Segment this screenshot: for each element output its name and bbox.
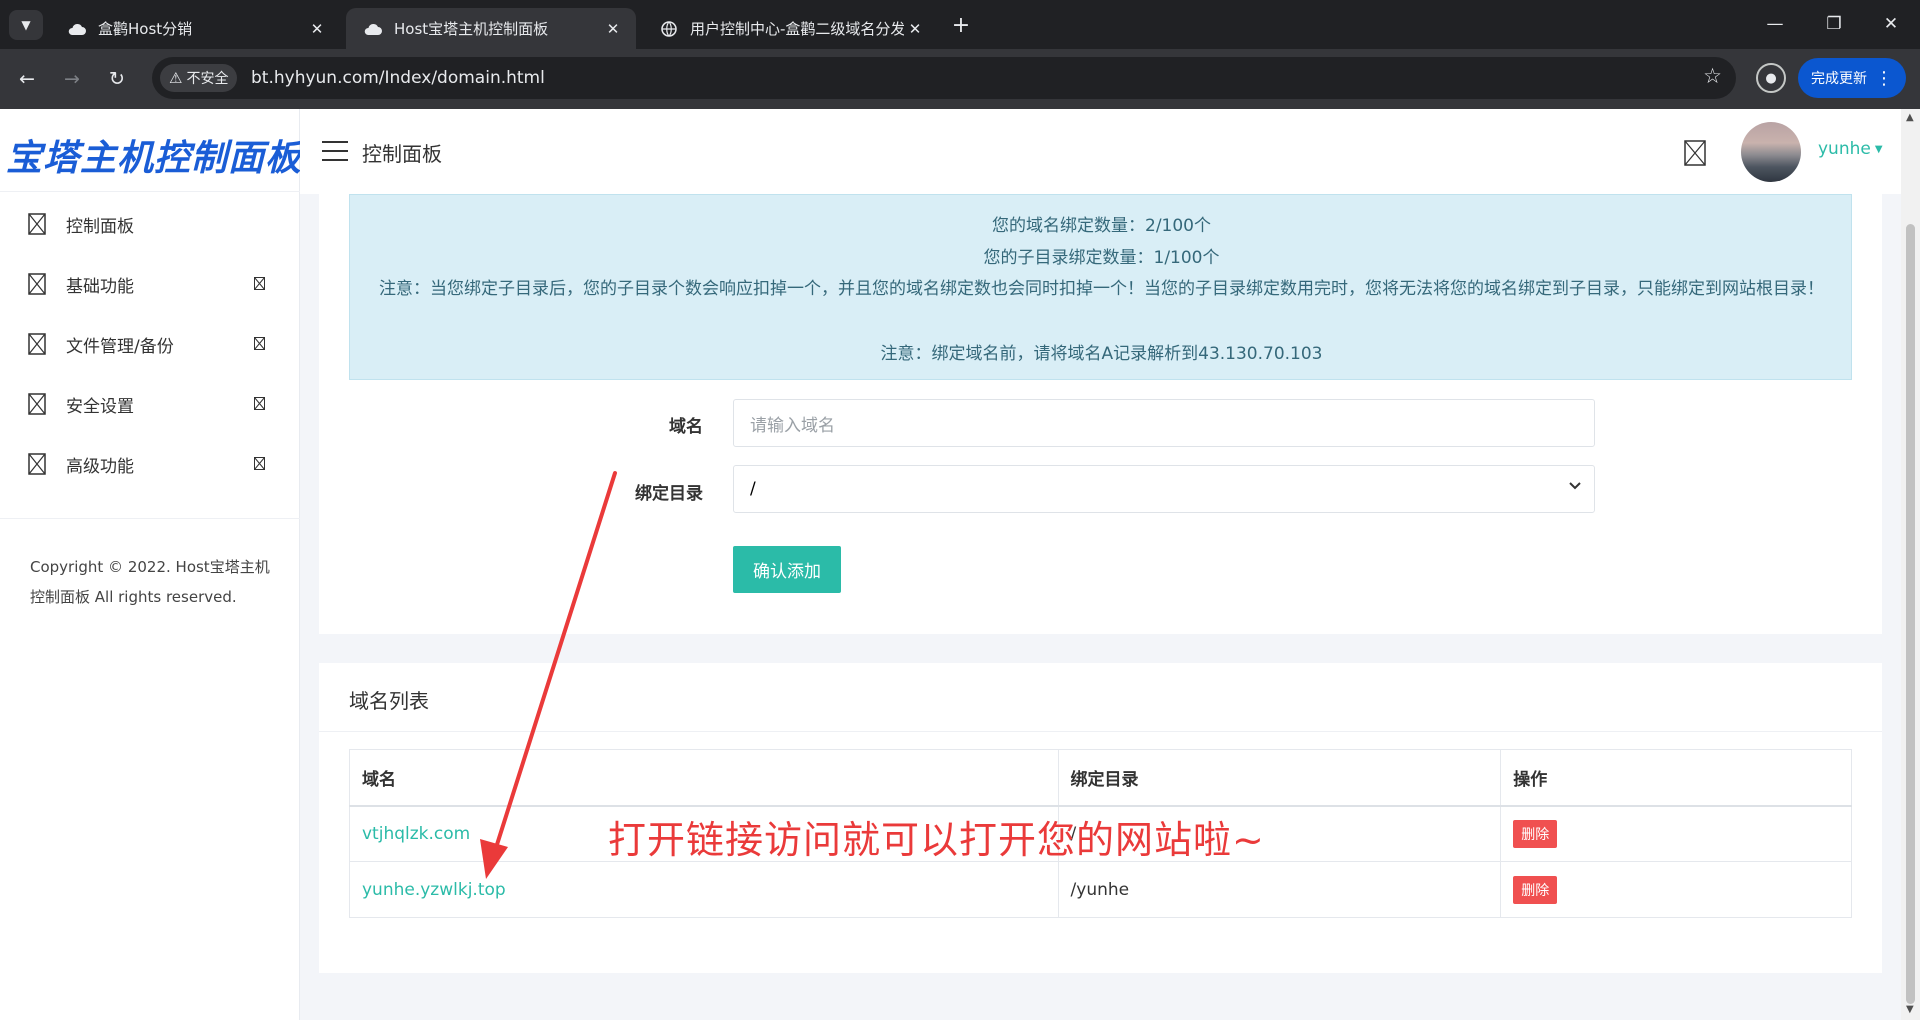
bound-directory: /yunhe — [1057, 861, 1502, 918]
expand-icon — [254, 277, 265, 290]
notice-box: 您的域名绑定数量：2/100个 您的子目录绑定数量：1/100个 注意：当您绑定… — [349, 194, 1852, 380]
sidebar-item-basic-functions[interactable]: 基础功能 — [0, 254, 300, 314]
domain-link[interactable]: yunhe.yzwlkj.top — [349, 861, 1059, 918]
subdir-notice-text: 注意：当您绑定子目录后，您的子目录个数会响应扣掉一个，并且您的域名绑定数也会同时… — [379, 279, 1824, 299]
tab-title: 用户控制中心-盒鹳二级域名分发 — [690, 20, 904, 38]
brand-logo[interactable]: 宝塔主机控制面板 — [6, 129, 302, 181]
table-row: yunhe.yzwlkj.top /yunhe 删除 — [349, 861, 1852, 918]
browser-tab-bar: ▼ 盒鹳Host分销 ✕ Host宝塔主机控制面板 ✕ 用户控制中心-盒鹳二级域… — [0, 0, 1920, 49]
copyright-text: Copyright © 2022. Host宝塔主机控制面板 All right… — [30, 558, 270, 606]
domain-placeholder: 请输入域名 — [750, 415, 835, 436]
sidebar-item-security[interactable]: 安全设置 — [0, 374, 300, 434]
directory-selected-value: / — [750, 479, 756, 499]
sidebar-item-dashboard[interactable]: 控制面板 — [0, 194, 300, 254]
close-tab-icon[interactable]: ✕ — [602, 20, 624, 38]
actions-cell: 删除 — [1500, 861, 1852, 918]
cloud-icon — [68, 20, 86, 38]
close-tab-icon[interactable]: ✕ — [904, 20, 926, 38]
delete-button[interactable]: 删除 — [1513, 819, 1558, 848]
minimize-button[interactable]: — — [1760, 11, 1790, 37]
divider — [319, 731, 1882, 732]
username: yunhe — [1818, 139, 1871, 159]
globe-icon — [660, 20, 678, 38]
sidebar-item-label: 基础功能 — [66, 276, 134, 297]
top-header: 控制面板 yunhe ▼ — [300, 109, 1901, 194]
restore-button[interactable]: ❐ — [1819, 11, 1849, 37]
domain-label: 域名 — [669, 417, 703, 437]
directory-label: 绑定目录 — [635, 484, 703, 504]
tab-hyhost-distribution[interactable]: 盒鹳Host分销 ✕ — [50, 8, 340, 49]
address-bar[interactable]: ⚠ 不安全 bt.hyhyun.com/Index/domain.html ☆ — [152, 57, 1736, 99]
profile-icon[interactable]: ● — [1756, 63, 1786, 93]
tab-user-center[interactable]: 用户控制中心-盒鹳二级域名分发 ✕ — [642, 8, 938, 49]
divider — [0, 191, 300, 192]
delete-button[interactable]: 删除 — [1513, 875, 1558, 904]
url-text[interactable]: bt.hyhyun.com/Index/domain.html — [251, 68, 545, 88]
confirm-add-button[interactable]: 确认添加 — [733, 546, 841, 593]
scroll-down-icon[interactable]: ▼ — [1906, 1004, 1914, 1015]
directory-select[interactable]: / — [733, 465, 1595, 513]
dns-notice-text: 注意：绑定域名前，请将域名A记录解析到43.130.70.103 — [880, 344, 1323, 364]
security-indicator[interactable]: ⚠ 不安全 — [160, 64, 238, 92]
page-title: 控制面板 — [362, 142, 442, 166]
sidebar: 宝塔主机控制面板 控制面板 基础功能 文件管理/备份 安全设置 高级功能 Cop… — [0, 109, 302, 1020]
sidebar-item-label: 高级功能 — [66, 456, 134, 477]
cloud-icon — [364, 20, 382, 38]
sidebar-item-advanced[interactable]: 高级功能 — [0, 434, 300, 494]
divider — [0, 518, 300, 519]
file-management-icon — [28, 333, 46, 355]
close-window-button[interactable]: ✕ — [1876, 11, 1906, 37]
domain-list-title: 域名列表 — [349, 689, 429, 713]
tab-title: Host宝塔主机控制面板 — [394, 20, 549, 38]
dashboard-icon — [28, 213, 46, 235]
fullscreen-icon[interactable] — [1684, 140, 1706, 166]
scroll-up-icon[interactable]: ▲ — [1906, 112, 1914, 123]
more-icon: ⋮ — [1875, 67, 1893, 89]
scrollbar-thumb[interactable] — [1906, 224, 1915, 1004]
tab-bt-panel[interactable]: Host宝塔主机控制面板 ✕ — [346, 8, 636, 49]
page-viewport: 宝塔主机控制面板 控制面板 基础功能 文件管理/备份 安全设置 高级功能 Cop… — [0, 109, 1901, 1020]
forward-button[interactable]: → — [57, 64, 87, 94]
sidebar-item-label: 安全设置 — [66, 396, 134, 417]
column-header-directory: 绑定目录 — [1057, 749, 1502, 807]
sidebar-item-file-management[interactable]: 文件管理/备份 — [0, 314, 300, 374]
sidebar-item-label: 控制面板 — [66, 216, 134, 237]
tab-search-button[interactable]: ▼ — [9, 10, 43, 40]
sidebar-item-label: 文件管理/备份 — [66, 336, 174, 357]
expand-icon — [254, 337, 265, 350]
warning-icon: ⚠ — [169, 69, 183, 87]
update-button[interactable]: 完成更新 ⋮ — [1798, 58, 1906, 98]
back-button[interactable]: ← — [12, 64, 42, 94]
page-scrollbar[interactable]: ▲ ▼ — [1901, 109, 1920, 1020]
domain-input[interactable]: 请输入域名 — [733, 399, 1595, 447]
menu-toggle-icon[interactable] — [322, 141, 348, 161]
avatar[interactable] — [1741, 122, 1801, 182]
actions-cell: 删除 — [1500, 805, 1852, 862]
security-label: 不安全 — [186, 71, 229, 87]
expand-icon — [254, 457, 265, 470]
advanced-icon — [28, 453, 46, 475]
basic-functions-icon — [28, 273, 46, 295]
close-tab-icon[interactable]: ✕ — [306, 20, 328, 38]
caret-down-icon: ▼ — [1874, 143, 1883, 155]
security-icon — [28, 393, 46, 415]
tab-title: 盒鹳Host分销 — [98, 20, 193, 38]
chevron-down-icon — [1569, 482, 1581, 490]
bookmark-star-icon[interactable]: ☆ — [1703, 64, 1722, 88]
column-header-actions: 操作 — [1500, 749, 1852, 807]
sidebar-menu: 控制面板 基础功能 文件管理/备份 安全设置 高级功能 — [0, 194, 300, 494]
domain-quota-text: 您的域名绑定数量：2/100个 — [992, 216, 1211, 236]
user-menu[interactable]: yunhe ▼ — [1818, 139, 1883, 159]
chevron-down-icon: ▼ — [21, 18, 31, 32]
update-label: 完成更新 — [1811, 71, 1867, 87]
browser-toolbar: ← → ↻ ⚠ 不安全 bt.hyhyun.com/Index/domain.h… — [0, 49, 1920, 109]
annotation-text: 打开链接访问就可以打开您的网站啦~ — [608, 818, 1265, 862]
reload-button[interactable]: ↻ — [102, 64, 132, 94]
new-tab-button[interactable]: + — [948, 12, 974, 38]
subdir-quota-text: 您的子目录绑定数量：1/100个 — [983, 248, 1220, 268]
column-header-domain: 域名 — [349, 749, 1059, 807]
expand-icon — [254, 397, 265, 410]
bind-domain-card: 您的域名绑定数量：2/100个 您的子目录绑定数量：1/100个 注意：当您绑定… — [319, 194, 1882, 634]
table-header-row: 域名 绑定目录 操作 — [349, 749, 1852, 807]
